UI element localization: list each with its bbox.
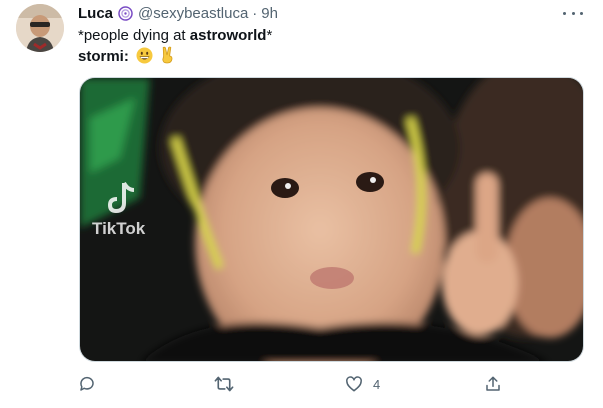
separator-dot: · (252, 4, 258, 22)
share-button[interactable] (484, 372, 502, 396)
tweet-media-image[interactable]: TikTok (79, 77, 584, 362)
timestamp[interactable]: 9h (261, 5, 278, 22)
bold-astroworld: astroworld (189, 27, 267, 44)
tweet-text-line-2: stormi: (78, 46, 272, 70)
tweet-text: *people dying at astroworld* stormi: (78, 26, 272, 70)
grinning-face-emoji-icon (136, 47, 153, 70)
author-handle[interactable]: @sexybeastluca (138, 5, 248, 22)
tweet-text-line-1: *people dying at astroworld* (78, 27, 273, 44)
action-bar: 4 (78, 372, 508, 396)
more-options-icon[interactable] (563, 6, 583, 20)
tweet-card[interactable]: Luca @sexybeastluca · 9h *people dying a… (0, 0, 603, 408)
stormi-label: stormi: (78, 48, 129, 65)
victory-hand-emoji-icon (160, 46, 175, 70)
spiral-badge-icon (118, 5, 133, 21)
avatar[interactable] (16, 4, 64, 52)
retweet-icon (214, 375, 234, 393)
speech-bubble-icon (78, 375, 96, 393)
heart-icon (345, 375, 363, 393)
tiktok-watermark: TikTok (92, 219, 146, 238)
retweet-button[interactable] (214, 372, 234, 396)
share-icon (484, 375, 502, 393)
like-button[interactable]: 4 (345, 372, 380, 396)
like-count: 4 (373, 376, 381, 392)
author-name[interactable]: Luca (78, 5, 113, 22)
reply-button[interactable] (78, 372, 96, 396)
